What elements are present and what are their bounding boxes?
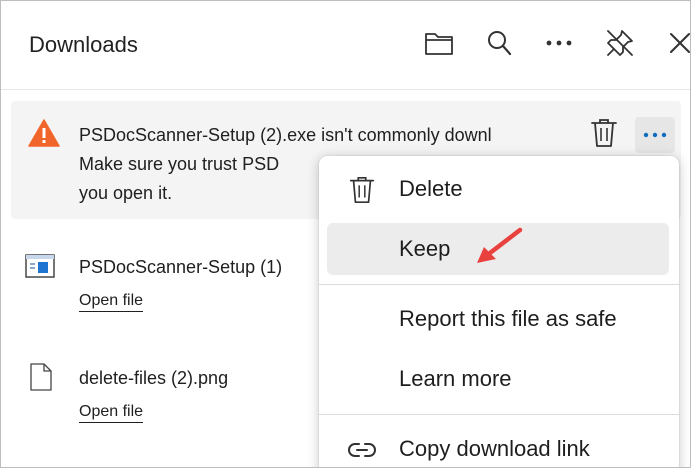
download-context-menu: Delete Keep Report this file as safe Lea… — [319, 156, 679, 467]
unpin-button[interactable] — [604, 27, 636, 59]
annotation-arrow-icon — [477, 227, 523, 263]
delete-download-button[interactable] — [589, 117, 621, 151]
menu-item-copy-link[interactable]: Copy download link — [327, 423, 669, 467]
installer-file-icon — [25, 254, 55, 278]
search-button[interactable] — [483, 27, 515, 59]
close-icon — [670, 33, 690, 53]
warning-line-1: PSDocScanner-Setup (2).exe isn't commonl… — [79, 125, 492, 145]
download-file-name: delete-files (2).png — [79, 368, 229, 388]
panel-title: Downloads — [29, 32, 138, 57]
menu-item-delete[interactable]: Delete — [327, 163, 669, 215]
open-file-link[interactable]: Open file — [79, 292, 144, 312]
folder-icon — [425, 33, 453, 55]
more-options-button[interactable] — [543, 27, 575, 59]
menu-item-label: Delete — [399, 176, 463, 201]
search-icon — [488, 31, 512, 56]
menu-item-label: Keep — [399, 236, 451, 261]
menu-item-report-safe[interactable]: Report this file as safe — [327, 293, 669, 345]
menu-item-learn-more[interactable]: Learn more — [327, 353, 669, 405]
unpin-icon — [607, 30, 633, 56]
more-horizontal-icon — [643, 132, 667, 138]
menu-item-label: Copy download link — [399, 436, 590, 461]
menu-separator — [319, 414, 679, 415]
close-button[interactable] — [664, 27, 690, 59]
menu-separator — [319, 284, 679, 285]
menu-item-label: Learn more — [399, 366, 512, 391]
menu-item-keep[interactable]: Keep — [327, 223, 669, 275]
downloads-header: Downloads — [1, 1, 690, 90]
item-more-actions-button[interactable] — [635, 117, 675, 153]
trash-icon — [349, 176, 375, 204]
trash-icon — [591, 119, 617, 147]
open-file-link[interactable]: Open file — [79, 403, 144, 423]
more-horizontal-icon — [546, 40, 572, 46]
open-folder-button[interactable] — [423, 27, 455, 59]
warning-icon — [28, 119, 60, 147]
image-file-icon — [30, 363, 52, 391]
link-icon — [348, 443, 376, 457]
download-file-name: PSDocScanner-Setup (1) — [79, 257, 283, 277]
downloads-panel: Downloads PSDocScanner-Setup (2).exe isn… — [0, 0, 691, 468]
menu-item-label: Report this file as safe — [399, 306, 617, 331]
